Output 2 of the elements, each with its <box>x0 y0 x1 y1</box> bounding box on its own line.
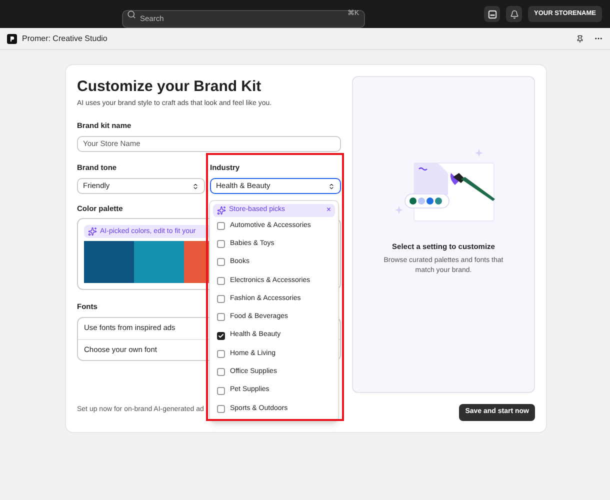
page-heading: Customize your Brand Kit <box>77 78 262 96</box>
app-title: Promer: Creative Studio <box>22 32 108 44</box>
